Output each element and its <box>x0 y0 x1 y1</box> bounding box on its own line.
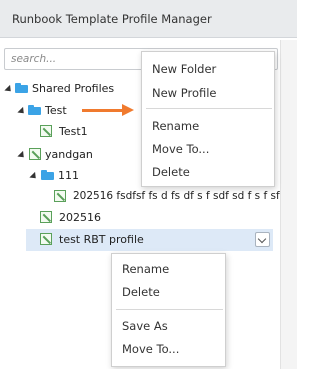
menu-divider <box>116 309 223 310</box>
annotation-arrow-line <box>82 109 126 112</box>
chevron-down-icon <box>257 234 267 244</box>
tree-node-label: 202516 <box>59 211 101 224</box>
folder-icon <box>41 170 54 180</box>
tree-node-label: 202516 fsdfsf fs d fs df s f sdf sd f s … <box>73 190 280 202</box>
menu-divider <box>146 108 272 109</box>
tree-node-long-profile[interactable]: 202516 fsdfsf fs d fs df s f sdf sd f s … <box>0 187 280 207</box>
expand-caret-icon[interactable] <box>17 106 27 117</box>
profile-icon <box>40 211 52 223</box>
menu-item-move-to[interactable]: Move To... <box>122 342 179 356</box>
search-placeholder: search... <box>11 53 57 65</box>
tree-node-test-rbt-profile[interactable]: test RBT profile <box>26 230 252 250</box>
tree-node-111[interactable]: 111 <box>0 166 140 186</box>
folder-icon <box>28 105 41 115</box>
profile-icon <box>54 190 66 202</box>
tree-node-label: test RBT profile <box>59 233 144 246</box>
folder-icon <box>15 83 28 93</box>
profile-icon <box>40 233 52 245</box>
menu-item-new-profile[interactable]: New Profile <box>152 86 217 100</box>
menu-item-delete[interactable]: Delete <box>122 285 160 299</box>
menu-item-rename[interactable]: Rename <box>122 262 169 276</box>
menu-item-rename[interactable]: Rename <box>152 119 199 133</box>
expand-caret-icon[interactable] <box>29 171 39 182</box>
menu-item-new-folder[interactable]: New Folder <box>152 62 216 76</box>
tree-node-label: Test <box>45 104 67 117</box>
menu-item-save-as[interactable]: Save As <box>122 319 168 333</box>
folder-context-menu: New Folder New Profile Rename Move To...… <box>141 51 275 187</box>
menu-item-move-to[interactable]: Move To... <box>152 142 209 156</box>
tree-node-202516[interactable]: 202516 <box>0 208 140 228</box>
page-title: Runbook Template Profile Manager <box>12 12 212 26</box>
tree-node-test1[interactable]: Test1 <box>0 122 140 142</box>
tree-node-yandgan[interactable]: yandgan <box>0 145 140 165</box>
tree-node-label: Shared Profiles <box>32 82 115 95</box>
row-actions-dropdown-button[interactable] <box>255 232 270 247</box>
tree-node-label: Test1 <box>59 125 88 138</box>
profile-icon <box>40 125 52 137</box>
user-profile-icon <box>29 148 41 160</box>
header-bar: Runbook Template Profile Manager <box>0 0 297 38</box>
menu-item-delete[interactable]: Delete <box>152 165 190 179</box>
tree-scrollbar[interactable] <box>280 40 297 369</box>
tree-node-label: 111 <box>58 169 79 182</box>
tree-node-label: yandgan <box>45 148 93 161</box>
profile-context-menu: Rename Delete Save As Move To... <box>111 253 226 367</box>
expand-caret-icon[interactable] <box>17 150 27 161</box>
annotation-arrow-icon <box>122 104 134 116</box>
expand-caret-icon[interactable] <box>4 84 14 95</box>
